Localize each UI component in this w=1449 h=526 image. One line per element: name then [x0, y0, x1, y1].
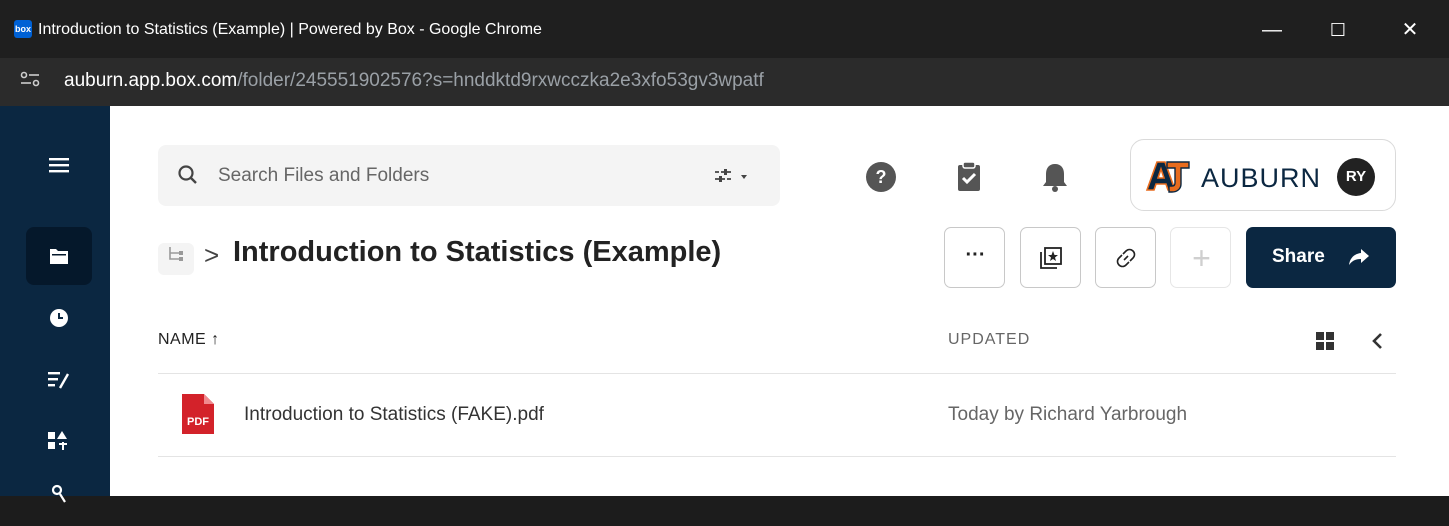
- file-updated-text: Today by Richard Yarbrough: [948, 404, 1188, 425]
- search-filter-dropdown[interactable]: [713, 165, 763, 187]
- close-button[interactable]: ✕: [1390, 14, 1430, 46]
- all-files-icon[interactable]: [26, 227, 92, 285]
- folder-tree-icon[interactable]: [158, 243, 194, 275]
- user-avatar[interactable]: RY: [1337, 158, 1375, 196]
- auburn-logo-icon: [1145, 161, 1190, 193]
- apps-icon[interactable]: [26, 412, 92, 468]
- tasks-clipboard-icon[interactable]: [952, 160, 986, 194]
- main-content: ? AUBURN RY > I: [110, 106, 1449, 496]
- table-divider: [158, 456, 1396, 457]
- url-host: auburn.app.box.com: [64, 70, 238, 91]
- chevron-left-icon[interactable]: [1368, 331, 1388, 351]
- search-input[interactable]: [218, 159, 678, 193]
- address-bar[interactable]: auburn.app.box.com/folder/245551902576?s…: [0, 58, 1449, 106]
- collection-star-icon: [1040, 247, 1062, 269]
- svg-text:?: ?: [876, 167, 887, 187]
- breadcrumb-separator: >: [204, 240, 220, 270]
- search-bar[interactable]: [158, 145, 780, 206]
- filter-sliders-icon: [715, 169, 747, 182]
- browser-window: box Introduction to Statistics (Example)…: [0, 0, 1449, 503]
- account-menu[interactable]: AUBURN RY: [1130, 139, 1396, 211]
- left-nav: [0, 106, 110, 503]
- share-label: Share: [1272, 246, 1325, 267]
- share-arrow-icon: [1349, 249, 1369, 265]
- add-new-label: +: [1192, 240, 1211, 276]
- title-bar: box Introduction to Statistics (Example)…: [0, 0, 1449, 58]
- notes-icon[interactable]: [26, 352, 92, 408]
- url-text[interactable]: auburn.app.box.com/folder/245551902576?s…: [64, 70, 764, 92]
- box-favicon-icon: box: [14, 20, 32, 38]
- page-title: Introduction to Statistics (Example): [233, 236, 722, 268]
- pdf-badge-text: PDF: [187, 416, 209, 428]
- maximize-button[interactable]: ☐: [1318, 14, 1358, 46]
- table-row[interactable]: PDF Introduction to Statistics (FAKE).pd…: [158, 374, 1396, 456]
- minimize-button[interactable]: —: [1252, 14, 1292, 46]
- add-new-button[interactable]: +: [1170, 227, 1231, 288]
- file-name-link[interactable]: Introduction to Statistics (FAKE).pdf: [244, 404, 544, 426]
- copy-link-button[interactable]: [1095, 227, 1156, 288]
- search-icon: [178, 165, 197, 184]
- window-title: Introduction to Statistics (Example) | P…: [38, 21, 542, 38]
- collections-button[interactable]: [1020, 227, 1081, 288]
- share-button[interactable]: Share: [1246, 227, 1396, 288]
- site-info-icon[interactable]: [16, 70, 44, 94]
- notifications-bell-icon[interactable]: [1038, 160, 1072, 194]
- link-icon: [1116, 248, 1136, 268]
- column-header-updated[interactable]: UPDATED: [948, 331, 1030, 349]
- users-icon[interactable]: [26, 468, 92, 508]
- column-header-name[interactable]: NAME ↑: [158, 331, 220, 349]
- menu-icon[interactable]: [26, 136, 92, 194]
- recents-clock-icon[interactable]: [26, 290, 92, 346]
- help-icon[interactable]: ?: [864, 160, 898, 194]
- brand-name: AUBURN: [1201, 163, 1322, 193]
- url-path: /folder/245551902576?s=hnddktd9rxwcczka2…: [237, 70, 764, 91]
- more-options-label: ···: [965, 244, 986, 266]
- pdf-file-icon: PDF: [182, 394, 214, 434]
- more-options-button[interactable]: ···: [944, 227, 1005, 288]
- grid-view-icon[interactable]: [1316, 332, 1334, 350]
